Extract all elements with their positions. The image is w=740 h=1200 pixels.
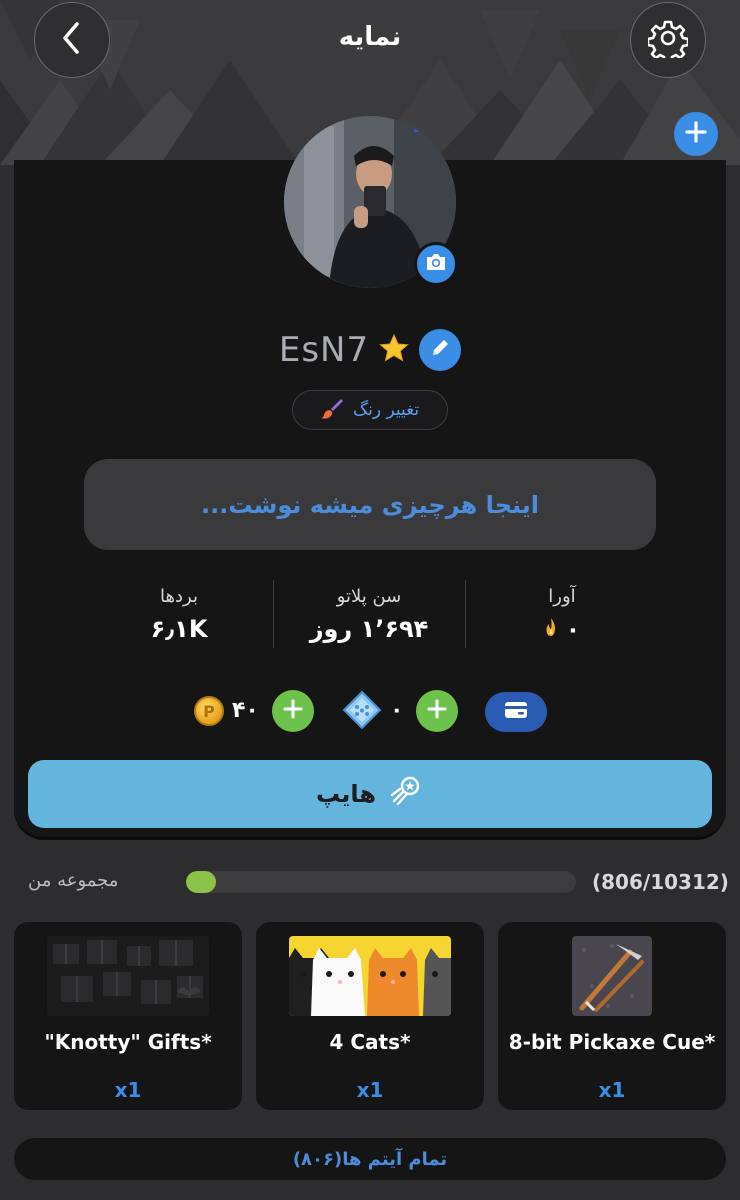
item-quantity: x1: [598, 1078, 626, 1102]
item-title: 8-bit Pickaxe Cue*: [508, 1030, 716, 1054]
stat-age-value: ۱٬۶۹۴ روز: [309, 615, 429, 643]
collection-item[interactable]: 4 Cats* x1: [256, 922, 484, 1110]
settings-button[interactable]: [630, 2, 706, 78]
plus-icon: [426, 698, 448, 724]
item-thumbnail: [572, 936, 652, 1016]
collection-item[interactable]: 8-bit Pickaxe Cue* x1: [498, 922, 726, 1110]
collection-progress-fill: [186, 871, 217, 893]
item-title: 4 Cats*: [329, 1030, 411, 1054]
item-thumbnail: [289, 936, 451, 1016]
wallet-button[interactable]: [485, 692, 547, 732]
coin-balance: ۴۰: [232, 698, 259, 723]
chevron-left-icon: [57, 20, 87, 60]
change-avatar-button[interactable]: [414, 242, 458, 286]
bio-field[interactable]: اینجا هرچیزی میشه نوشت...: [84, 459, 656, 550]
back-button[interactable]: [34, 2, 110, 78]
comet-icon: [388, 773, 424, 815]
stat-aura-label: آورا: [548, 586, 576, 607]
collection-progress: [186, 871, 576, 893]
coin-icon: P: [194, 696, 224, 726]
plus-icon: [684, 120, 708, 148]
wallet-icon: [504, 700, 528, 724]
gear-icon: [646, 18, 690, 64]
stat-age-label: سن پلاتو: [336, 586, 402, 607]
stat-wins: بردها ۶٫۱K: [94, 580, 264, 650]
item-title: "Knotty" Gifts*: [44, 1030, 212, 1054]
gem-icon: [342, 690, 382, 734]
item-quantity: x1: [356, 1078, 384, 1102]
item-thumbnail: [47, 936, 209, 1016]
collection-item[interactable]: "Knotty" Gifts* x1: [14, 922, 242, 1110]
stat-divider: [465, 580, 466, 648]
stat-wins-label: بردها: [160, 586, 198, 607]
edit-username-button[interactable]: [419, 329, 462, 371]
add-coins-button[interactable]: [272, 690, 314, 732]
gem-balance: ۰: [390, 698, 404, 723]
username: EsN7: [278, 330, 370, 370]
add-gems-button[interactable]: [416, 690, 458, 732]
change-color-button[interactable]: تغییر رنگ: [292, 390, 448, 430]
stat-aura-value: ۰: [477, 615, 647, 643]
coin-letter: P: [203, 701, 215, 721]
hype-button[interactable]: هایپ: [28, 760, 712, 828]
stat-aura: آورا ۰: [477, 580, 647, 650]
top-bar: نمایه: [0, 0, 740, 80]
plus-icon: [282, 698, 304, 724]
paintbrush-icon: [320, 397, 343, 424]
add-cover-button[interactable]: [674, 112, 718, 156]
aura-value-text: ۰: [565, 615, 581, 643]
stat-age: سن پلاتو ۱٬۶۹۴ روز: [284, 580, 454, 650]
name-row: EsN7: [0, 325, 740, 375]
all-items-button[interactable]: تمام آیتم ها(۸۰۶): [14, 1138, 726, 1180]
hype-label: هایپ: [315, 780, 377, 808]
camera-icon: [425, 252, 447, 276]
page-title: نمایه: [338, 22, 402, 52]
pencil-icon: [429, 337, 451, 363]
flame-icon: [544, 615, 558, 643]
collection-label: مجموعه من: [28, 870, 119, 891]
star-icon: [379, 333, 409, 367]
change-color-label: تغییر رنگ: [352, 400, 420, 420]
stat-wins-value: ۶٫۱K: [150, 615, 208, 643]
item-quantity: x1: [114, 1078, 142, 1102]
stat-divider: [273, 580, 274, 648]
collection-count: (806/10312): [592, 870, 729, 894]
